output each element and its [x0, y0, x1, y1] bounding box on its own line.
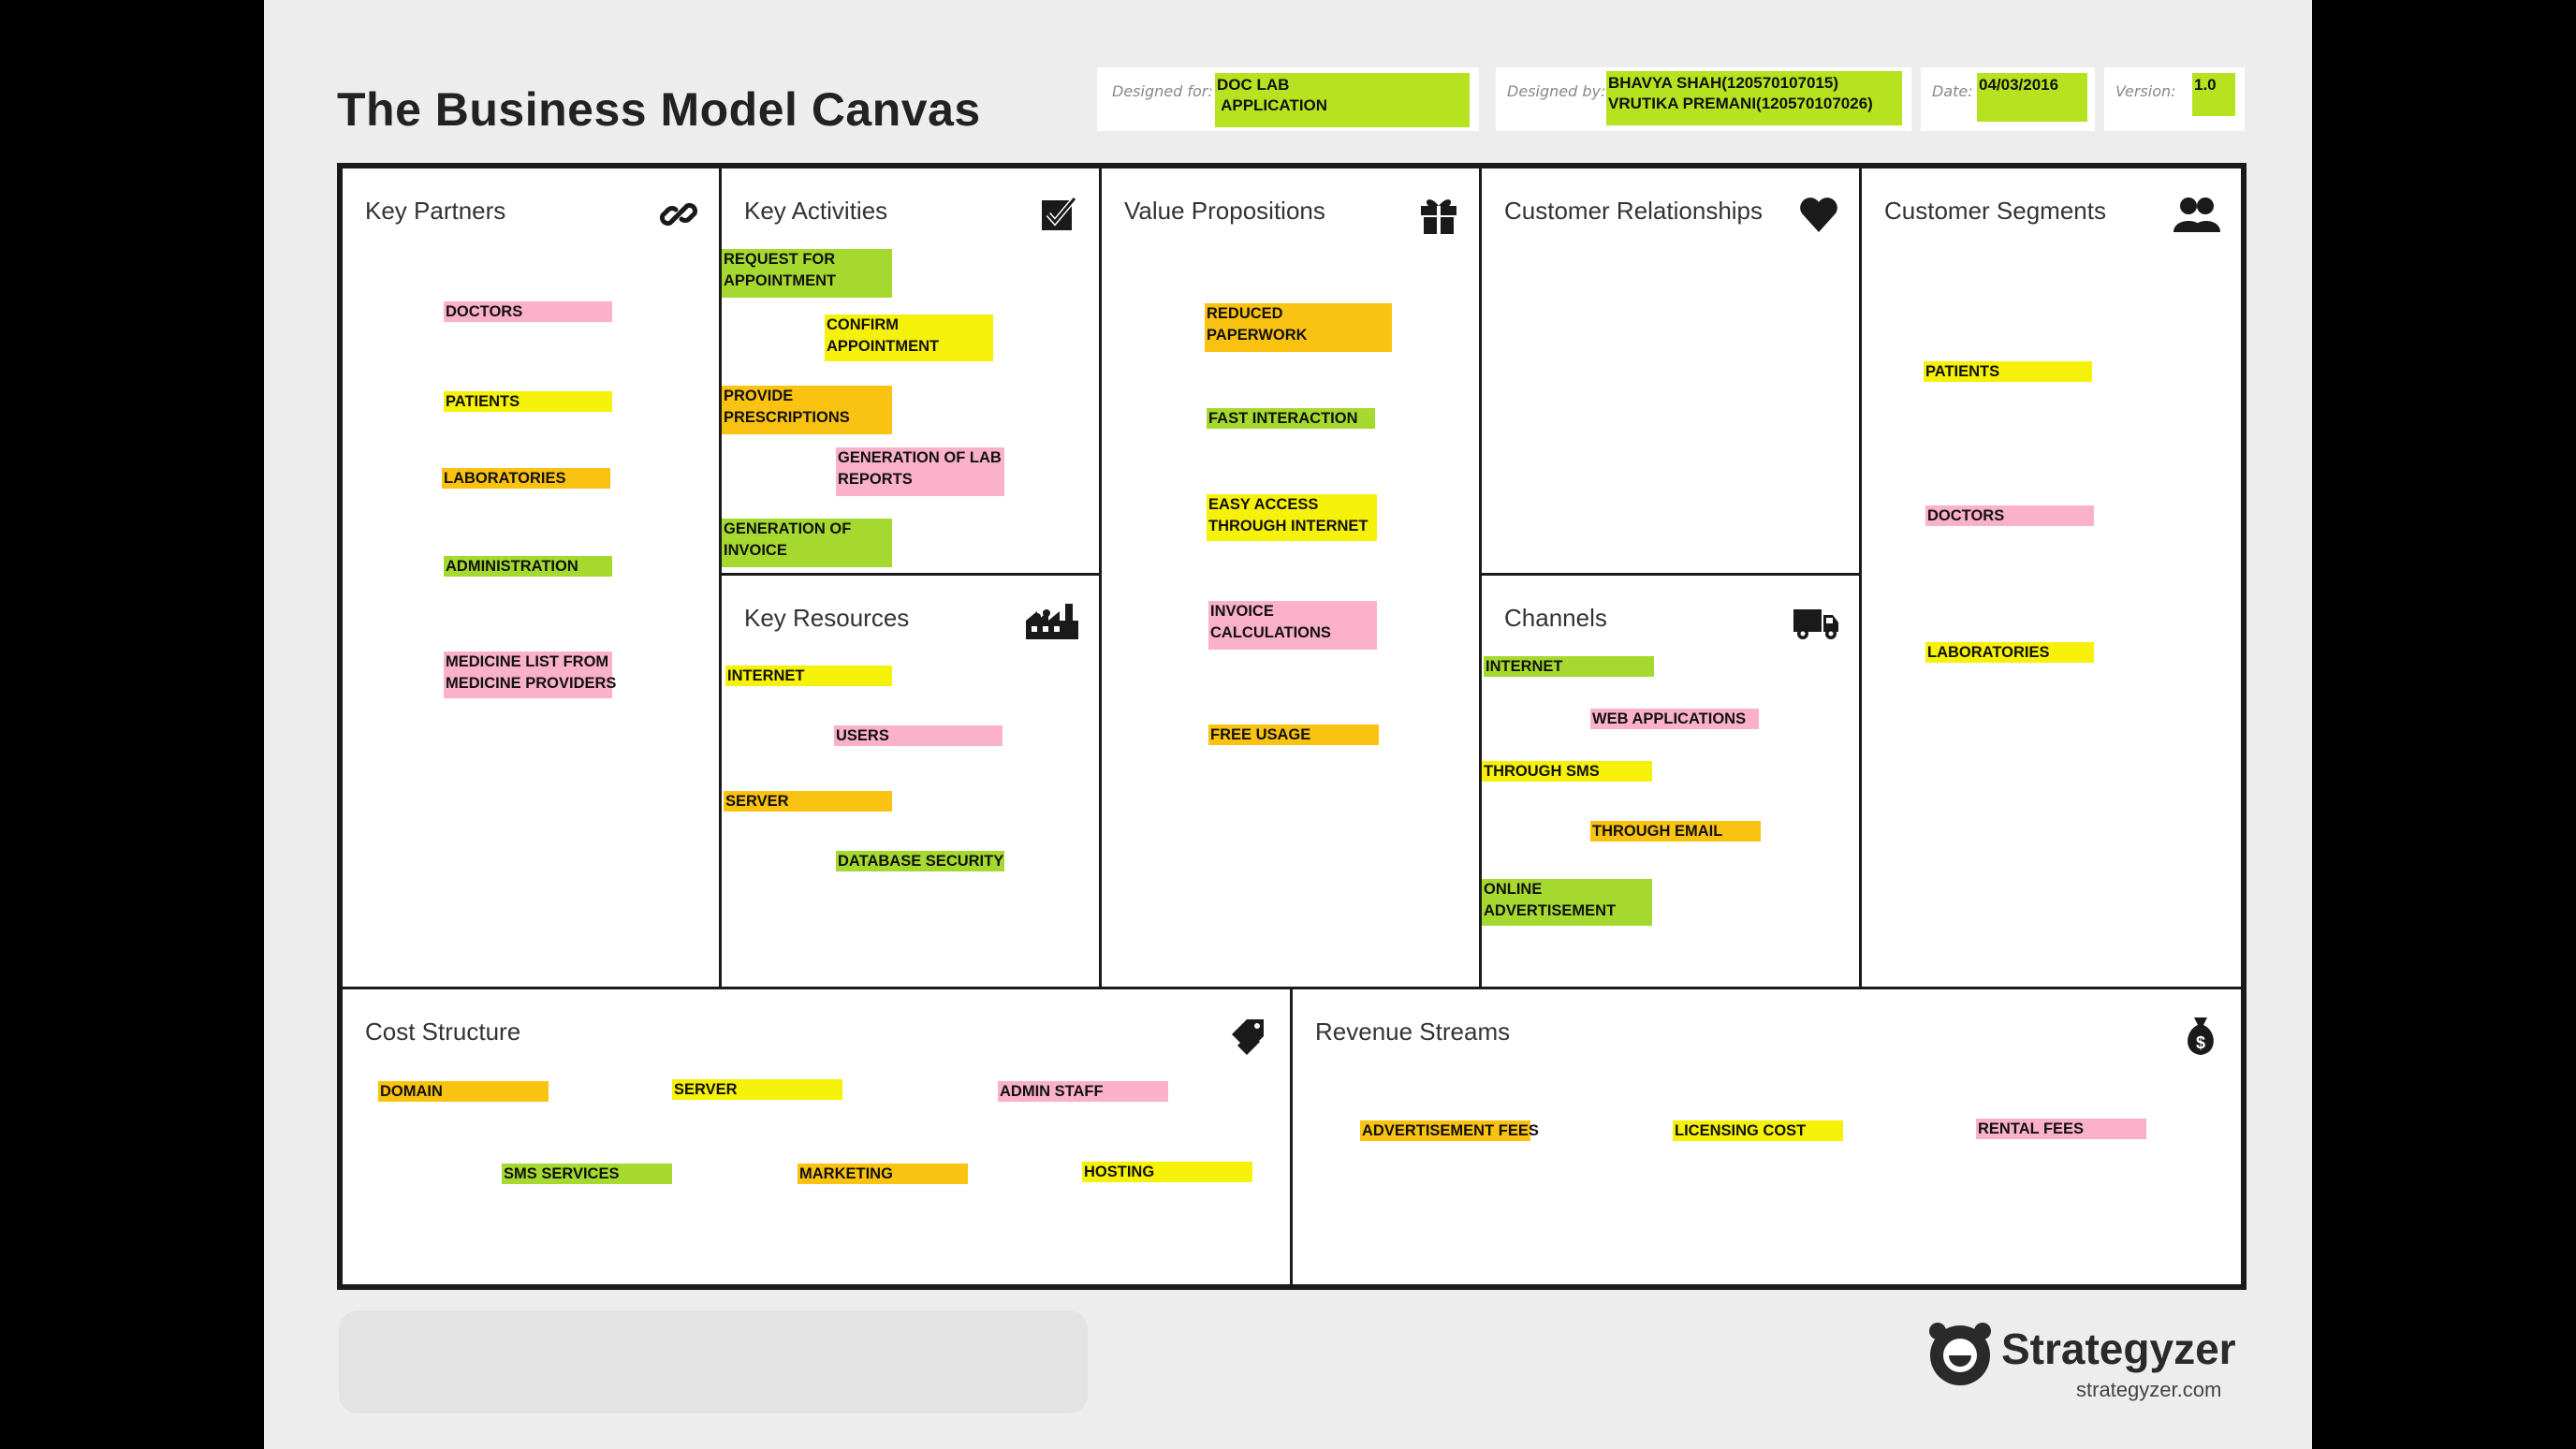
- sticky-note: ADVERTISEMENT FEES: [1360, 1120, 1539, 1141]
- sticky-note: ADMIN STAFF: [998, 1081, 1168, 1102]
- sticky-note: SERVER: [672, 1079, 842, 1100]
- brand-name: Strategyzer: [2001, 1325, 2236, 1373]
- strategyzer-logo-icon: [1929, 1323, 1991, 1385]
- canvas-page: The Business Model Canvas Designed for: …: [264, 0, 2312, 1449]
- sticky-note: ONLINE ADVERTISEMENT: [1482, 879, 1652, 926]
- gift-icon: [1421, 199, 1456, 234]
- sticky-note: INVOICE CALCULATIONS: [1208, 601, 1377, 650]
- factory-icon: [1026, 604, 1078, 639]
- block-title: Revenue Streams: [1315, 1017, 1511, 1046]
- designed-by-box: Designed by: BHAVYA SHAH(120570107015) V…: [1496, 67, 1911, 131]
- sticky-note: USERS: [834, 725, 1003, 746]
- brand-url[interactable]: strategyzer.com: [2076, 1378, 2221, 1402]
- block-customer-segments: Customer Segments PATIENTS DOCTORS LABOR…: [1859, 168, 2241, 987]
- truck-icon: [1793, 609, 1838, 639]
- block-title: Customer Relationships: [1504, 197, 1764, 225]
- page-title: The Business Model Canvas: [337, 83, 981, 136]
- link-icon: [659, 202, 698, 227]
- sticky-note: CONFIRM APPOINTMENT: [825, 315, 993, 361]
- block-customer-relationships: Customer Relationships: [1479, 168, 1859, 573]
- version-box: Version: 1.0: [2104, 67, 2245, 131]
- sticky-note: LICENSING COST: [1673, 1120, 1843, 1141]
- block-revenue-streams: Revenue Streams $ ADVERTISEMENT FEES LIC…: [1290, 987, 2241, 1284]
- sticky-note: HOSTING: [1082, 1162, 1252, 1182]
- block-title: Channels: [1504, 604, 1607, 632]
- version-label: Version:: [2115, 82, 2176, 100]
- money-bag-icon: $: [2188, 1017, 2214, 1055]
- date-field[interactable]: 04/03/2016: [1977, 73, 2087, 122]
- sticky-note: WEB APPLICATIONS: [1590, 709, 1759, 729]
- sticky-note: SMS SERVICES: [502, 1164, 672, 1184]
- sticky-note: PROVIDE PRESCRIPTIONS: [722, 386, 892, 434]
- sticky-note: INTERNET: [1484, 656, 1654, 677]
- sticky-note: THROUGH SMS: [1482, 761, 1652, 782]
- svg-text:$: $: [2196, 1033, 2205, 1052]
- sticky-note: SERVER: [724, 791, 892, 812]
- heart-icon: [1800, 198, 1837, 232]
- sticky-note: PATIENTS: [444, 391, 612, 412]
- sticky-note: DOCTORS: [1925, 505, 2094, 526]
- sticky-note: LABORATORIES: [442, 468, 610, 489]
- price-tag-icon: [1232, 1019, 1264, 1055]
- block-channels: Channels INTERNET WEB APPLICATIONS THROU…: [1479, 573, 1859, 987]
- date-label: Date:: [1932, 82, 1973, 100]
- sticky-note: RENTAL FEES: [1976, 1119, 2146, 1139]
- sticky-note: FREE USAGE: [1208, 724, 1379, 745]
- sticky-note: FAST INTERACTION: [1207, 408, 1375, 429]
- sticky-note: DOCTORS: [444, 301, 612, 322]
- sticky-note: PATIENTS: [1924, 361, 2092, 382]
- block-title: Cost Structure: [365, 1017, 521, 1046]
- business-model-canvas: Key Partners DOCTORS PATIENTS LABORATORI…: [337, 163, 2247, 1290]
- date-box: Date: 04/03/2016: [1921, 67, 2095, 131]
- block-cost-structure: Cost Structure DOMAIN SERVER ADMIN STAFF…: [343, 987, 1290, 1284]
- users-icon: [2174, 198, 2220, 232]
- sticky-note: ADMINISTRATION: [444, 556, 612, 577]
- sticky-note: MEDICINE LIST FROM MEDICINE PROVIDERS: [444, 651, 616, 698]
- block-title: Value Propositions: [1124, 197, 1325, 225]
- block-key-resources: Key Resources INTERNET USERS SERVER DATA…: [719, 573, 1099, 987]
- designed-for-field[interactable]: DOC LAB APPLICATION: [1215, 73, 1470, 127]
- block-title: Key Activities: [744, 197, 888, 225]
- sticky-note: EASY ACCESS THROUGH INTERNET: [1207, 494, 1377, 541]
- designed-by-label: Designed by:: [1507, 82, 1606, 100]
- sticky-note: MARKETING: [798, 1164, 968, 1184]
- designed-for-label: Designed for:: [1112, 82, 1213, 100]
- sticky-note: DOMAIN: [378, 1081, 549, 1102]
- block-title: Key Resources: [744, 604, 910, 632]
- sticky-note: DATABASE SECURITY: [836, 851, 1004, 871]
- designed-for-box: Designed for: DOC LAB APPLICATION: [1097, 67, 1479, 131]
- block-title: Key Partners: [365, 197, 506, 225]
- sticky-note: THROUGH EMAIL: [1590, 821, 1761, 842]
- sticky-note: REDUCED PAPERWORK: [1205, 303, 1392, 352]
- sticky-note: REQUEST FOR APPOINTMENT: [722, 249, 892, 298]
- block-value-propositions: Value Propositions REDUCED PAPERWORK FAS…: [1099, 168, 1479, 987]
- checkbox-icon: [1042, 197, 1077, 230]
- version-field[interactable]: 1.0: [2192, 73, 2235, 116]
- sticky-note: INTERNET: [725, 666, 892, 686]
- block-title: Customer Segments: [1884, 197, 2106, 225]
- block-key-partners: Key Partners DOCTORS PATIENTS LABORATORI…: [343, 168, 719, 987]
- block-key-activities: Key Activities REQUEST FOR APPOINTMENT C…: [719, 168, 1099, 573]
- designed-by-field[interactable]: BHAVYA SHAH(120570107015) VRUTIKA PREMAN…: [1606, 71, 1902, 125]
- blurred-footer-area: [339, 1310, 1088, 1413]
- sticky-note: LABORATORIES: [1925, 642, 2094, 663]
- sticky-note: GENERATION OF INVOICE: [722, 519, 892, 567]
- sticky-note: GENERATION OF LAB REPORTS: [836, 447, 1004, 496]
